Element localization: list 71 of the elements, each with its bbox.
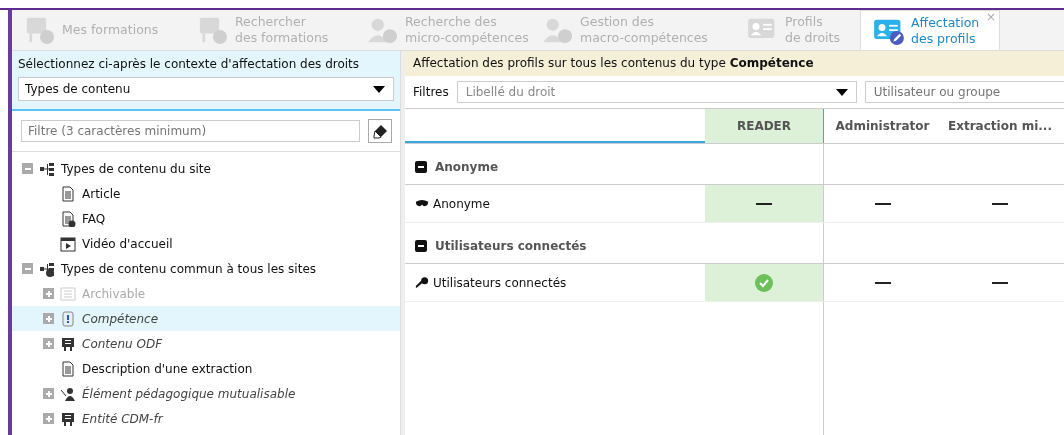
column-header[interactable]: Administrator (823, 109, 941, 143)
group-label: Anonyme (435, 160, 499, 174)
clear-filter-button[interactable] (368, 119, 392, 143)
tree-item[interactable]: Vidéo d'accueil (12, 231, 400, 256)
tree-item[interactable]: Entité CDM-fr (12, 406, 400, 431)
person-search-icon (542, 16, 574, 44)
collapse-icon[interactable] (415, 161, 427, 173)
tree-item-label: Élément pédagogique mutualisable (82, 386, 296, 401)
list-icon (60, 285, 76, 302)
tree-item-label: Compétence (82, 311, 159, 326)
row-label: Utilisateurs connectés (433, 275, 567, 290)
dash-icon[interactable] (992, 281, 1008, 284)
context-prompt: Sélectionnez ci-après le contexte d'affectation des droits (18, 57, 361, 71)
tree-item[interactable]: Types de contenu commun à tous les sites (12, 256, 400, 281)
toggle-icon[interactable] (43, 338, 54, 349)
tree-item[interactable]: Article (12, 181, 400, 206)
document-icon (60, 210, 76, 227)
tree-item-label: Article (82, 186, 121, 201)
eraser-icon (372, 123, 388, 139)
tree-item-label: Contenu ODF (82, 336, 163, 351)
dash-icon[interactable] (874, 281, 891, 284)
tree-item-label: FAQ (82, 211, 106, 226)
column-header[interactable]: READER (705, 109, 823, 143)
tree-item-label: Description d'une extraction (82, 361, 253, 376)
column-header[interactable]: Extraction mi... (941, 109, 1059, 143)
toggle-icon[interactable] (22, 263, 33, 274)
toggle-icon[interactable] (22, 163, 33, 174)
tree-item-label: Types de contenu commun à tous les sites (61, 261, 317, 276)
tree-item[interactable]: Contenu ODF (12, 331, 400, 356)
row-label: Anonyme (433, 196, 490, 211)
person-search-icon (367, 16, 399, 44)
filter-field[interactable]: Filtre (3 caractères minimum) (21, 120, 360, 142)
board-icon (60, 335, 76, 352)
dash-icon[interactable] (874, 202, 891, 205)
tree-item-label: Archivable (82, 286, 146, 301)
caret-icon (373, 85, 385, 93)
toggle-icon[interactable] (43, 388, 54, 399)
dash-icon[interactable] (756, 202, 772, 205)
collapse-icon[interactable] (415, 240, 427, 252)
tree-item-label: Entité CDM-fr (82, 411, 163, 426)
tree-item[interactable]: FAQ (12, 206, 400, 231)
board-icon (60, 410, 76, 427)
right-select[interactable]: Libellé du droit (456, 81, 857, 103)
context-select[interactable]: Types de contenu (18, 77, 394, 101)
tree-item-label: Vidéo d'accueil (82, 236, 173, 251)
hierarchy-icon (39, 260, 55, 277)
group-label: Utilisateurs connectés (435, 239, 587, 253)
board-icon (24, 16, 56, 44)
toggle-icon[interactable] (43, 313, 54, 324)
hierarchy-icon (39, 160, 55, 177)
tree-item[interactable]: Description d'une extraction (12, 356, 400, 381)
caret-icon (835, 88, 848, 96)
tab[interactable]: Affectation des profils × (860, 10, 1000, 50)
document-icon (60, 185, 76, 202)
user-field[interactable]: Utilisateur ou groupe (864, 81, 1064, 103)
mask-icon (415, 198, 429, 209)
check-icon[interactable] (755, 273, 773, 292)
tree-item[interactable]: Types de contenu du site (12, 156, 400, 181)
teacher-icon (60, 385, 76, 402)
assignment-header: Affectation des profils sur tous les contenus du type Compétence (405, 51, 1064, 76)
toggle-icon[interactable] (43, 413, 54, 424)
tree-item-label: Types de contenu du site (61, 161, 211, 176)
video-icon (60, 235, 76, 252)
board-icon (197, 16, 229, 44)
dash-icon[interactable] (992, 202, 1008, 205)
filters-label: Filtres (413, 85, 449, 99)
tree-item[interactable]: Compétence (12, 306, 400, 331)
key-icon (415, 277, 429, 288)
document-icon (60, 360, 76, 377)
tree-item[interactable]: Élément pédagogique mutualisable (12, 381, 400, 406)
panel-splitter[interactable] (400, 51, 405, 435)
